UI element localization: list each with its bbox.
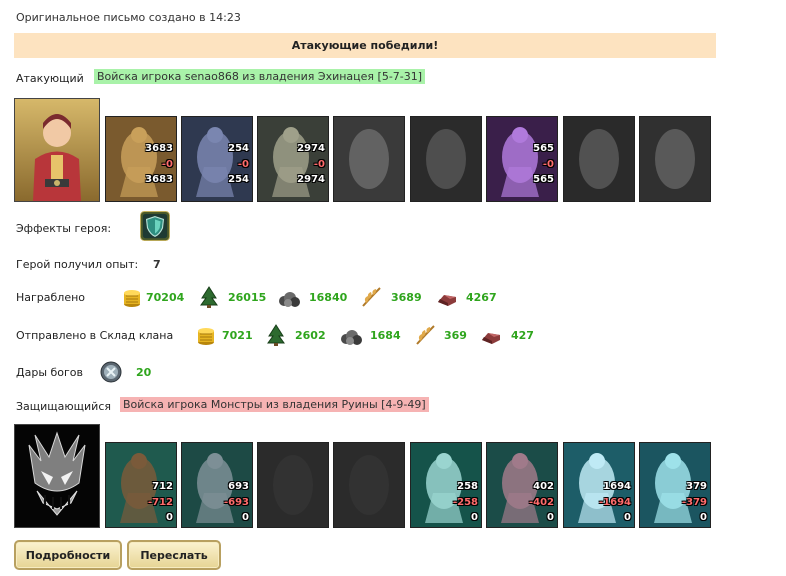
unit-lost-label: -0 — [237, 159, 249, 170]
attacker-unit-slot[interactable]: 565 -0 565 — [486, 116, 558, 202]
unit-left-label: 0 — [700, 512, 707, 523]
unit-count-label: 565 — [533, 143, 554, 154]
loot-label: Награблено — [16, 291, 86, 304]
unit-lost-label: -379 — [681, 497, 707, 508]
unit-left-label: 0 — [242, 512, 249, 523]
defender-unit-slot[interactable] — [333, 442, 405, 528]
griffin-unit-icon-empty — [334, 117, 404, 201]
defender-unit-slot[interactable]: 258 -258 0 — [410, 442, 482, 528]
unit-lost-label: -1694 — [599, 497, 631, 508]
resource-value: 7021 — [222, 329, 253, 342]
spider-unit-icon-empty — [640, 117, 710, 201]
wood-icon — [265, 324, 287, 349]
unit-lost-label: -693 — [223, 497, 249, 508]
grain-icon — [414, 324, 436, 349]
resource-value: 2602 — [295, 329, 326, 342]
unit-count-label: 712 — [152, 481, 173, 492]
defender-unit-slot[interactable]: 402 -402 0 — [486, 442, 558, 528]
gold-icon — [195, 324, 217, 349]
clay-icon — [436, 286, 458, 311]
defender-army-tag[interactable]: Войска игрока Монстры из владения Руины … — [120, 397, 429, 412]
hero-experience-value: 7 — [153, 258, 161, 271]
defender-label: Защищающийся — [16, 400, 111, 413]
resource-value: 3689 — [391, 291, 422, 304]
shield-effect-icon[interactable] — [140, 211, 170, 244]
gods-gift-icon — [100, 361, 122, 386]
details-button[interactable]: Подробности — [14, 540, 122, 570]
unit-lost-label: -0 — [313, 159, 325, 170]
unit-count-label: 3683 — [145, 143, 173, 154]
ore-icon — [340, 324, 362, 349]
resource-value: 369 — [444, 329, 467, 342]
wood-icon — [198, 286, 220, 311]
unit-lost-label: -0 — [542, 159, 554, 170]
resource-value: 70204 — [146, 291, 185, 304]
unit-left-label: 0 — [624, 512, 631, 523]
unit-left-label: 565 — [533, 174, 554, 185]
resource-value: 26015 — [228, 291, 267, 304]
defender-unit-slot[interactable]: 379 -379 0 — [639, 442, 711, 528]
clan-storage-label: Отправлено в Склад клана — [16, 329, 174, 342]
hero-effects-label: Эффекты героя: — [16, 222, 112, 235]
battle-result-banner: Атакующие победили! — [14, 33, 716, 58]
gods-gifts-label: Дары богов — [16, 366, 84, 379]
unit-count-label: 1694 — [603, 481, 631, 492]
hero-experience-label: Герой получил опыт: — [16, 258, 139, 271]
defender-unit-slot[interactable]: 712 -712 0 — [105, 442, 177, 528]
empty-slot-icon — [258, 443, 328, 527]
unit-left-label: 0 — [166, 512, 173, 523]
defender-unit-slot[interactable]: 693 -693 0 — [181, 442, 253, 528]
resource-value: 427 — [511, 329, 534, 342]
attacker-unit-slot[interactable] — [333, 116, 405, 202]
unit-left-label: 0 — [471, 512, 478, 523]
unit-lost-label: -0 — [161, 159, 173, 170]
unit-lost-label: -712 — [147, 497, 173, 508]
defender-unit-slot[interactable] — [257, 442, 329, 528]
unit-count-label: 2974 — [297, 143, 325, 154]
resource-value: 1684 — [370, 329, 401, 342]
unit-left-label: 254 — [228, 174, 249, 185]
resource-value: 4267 — [466, 291, 497, 304]
clay-icon — [480, 324, 502, 349]
gods-gifts-value: 20 — [136, 366, 152, 379]
created-time-text: Оригинальное письмо создано в 14:23 — [16, 11, 241, 24]
attacker-hero-portrait[interactable] — [14, 98, 100, 202]
attacker-unit-slot[interactable] — [563, 116, 635, 202]
unit-left-label: 0 — [547, 512, 554, 523]
attacker-unit-slot[interactable] — [410, 116, 482, 202]
unit-lost-label: -402 — [528, 497, 554, 508]
unit-lost-label: -258 — [452, 497, 478, 508]
defender-unit-slot[interactable]: 1694 -1694 0 — [563, 442, 635, 528]
archer-unit-icon-empty — [411, 117, 481, 201]
unit-count-label: 254 — [228, 143, 249, 154]
ore-icon — [278, 286, 300, 311]
forward-button[interactable]: Переслать — [127, 540, 221, 570]
attacker-unit-slot[interactable]: 254 -0 254 — [181, 116, 253, 202]
reaper-unit-icon-empty — [564, 117, 634, 201]
attacker-unit-slot[interactable]: 2974 -0 2974 — [257, 116, 329, 202]
attacker-army-tag[interactable]: Войска игрока senao868 из владения Эхина… — [94, 69, 426, 84]
unit-count-label: 258 — [457, 481, 478, 492]
empty-slot-icon — [334, 443, 404, 527]
attacker-unit-slot[interactable]: 3683 -0 3683 — [105, 116, 177, 202]
grain-icon — [360, 286, 382, 311]
attacker-label: Атакующий — [16, 72, 84, 85]
resource-value: 16840 — [309, 291, 348, 304]
gold-icon — [121, 286, 143, 311]
unit-count-label: 402 — [533, 481, 554, 492]
unit-count-label: 379 — [686, 481, 707, 492]
unit-left-label: 2974 — [297, 174, 325, 185]
unit-left-label: 3683 — [145, 174, 173, 185]
attacker-unit-slot[interactable] — [639, 116, 711, 202]
unit-count-label: 693 — [228, 481, 249, 492]
defender-hero-portrait[interactable] — [14, 424, 100, 528]
